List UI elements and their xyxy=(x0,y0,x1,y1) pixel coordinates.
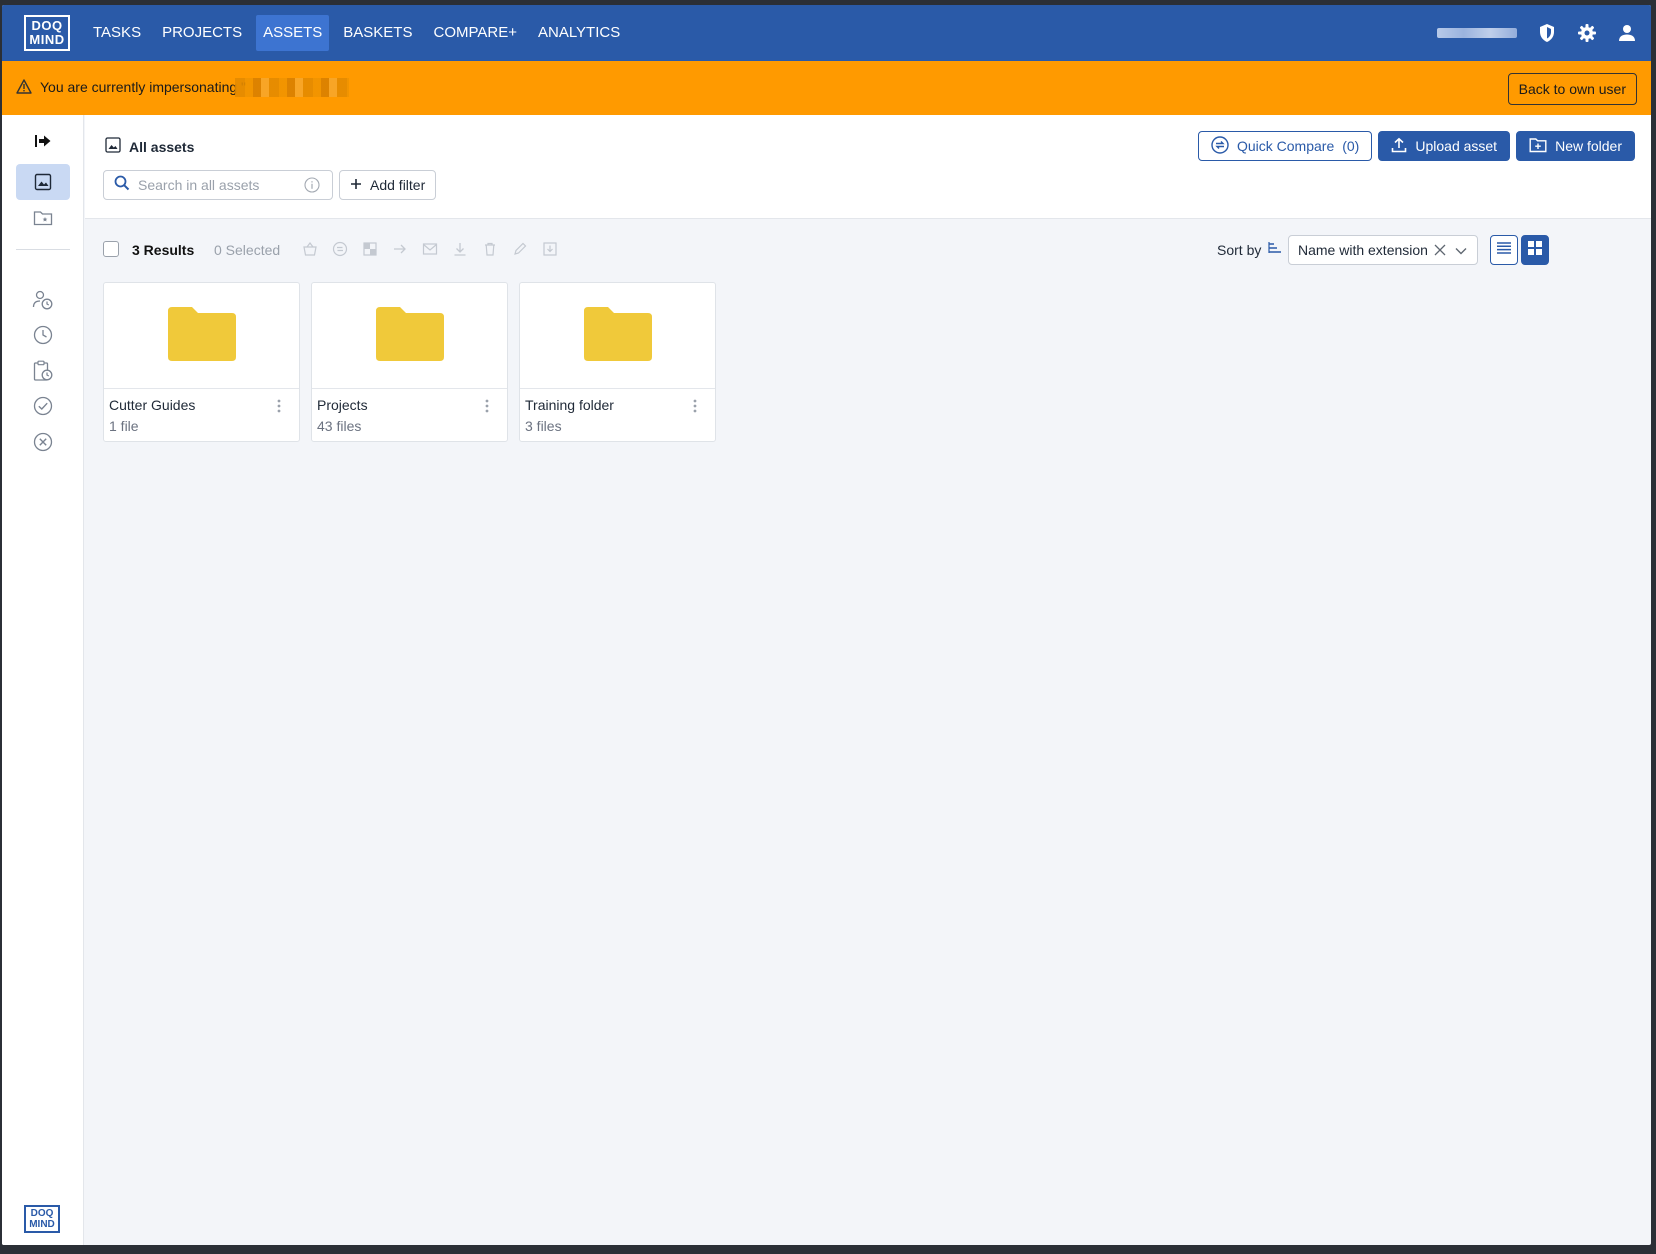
warning-icon xyxy=(16,79,32,99)
user-icon[interactable] xyxy=(1617,23,1637,43)
quick-compare-button[interactable]: Quick Compare (0) xyxy=(1197,131,1373,161)
list-view-button[interactable] xyxy=(1490,235,1518,265)
clipboard-clock-icon[interactable] xyxy=(16,353,70,389)
nav-projects[interactable]: PROJECTS xyxy=(155,15,249,51)
results-toolbar: 3 Results 0 Selected Sort by Name with e… xyxy=(85,219,1651,271)
user-history-icon[interactable] xyxy=(16,282,70,318)
folder-card[interactable]: Projects 43 files xyxy=(311,282,508,442)
nav-analytics[interactable]: ANALYTICS xyxy=(531,15,627,51)
page-title-text: All assets xyxy=(129,138,195,155)
folder-card[interactable]: Training folder 3 files xyxy=(519,282,716,442)
doqmind-logo[interactable]: DOQ MIND xyxy=(24,15,70,51)
sidebar-logo: DOQ MIND xyxy=(24,1205,60,1233)
results-count: 3 Results xyxy=(132,242,195,258)
info-icon[interactable] xyxy=(304,177,320,198)
trash-icon[interactable] xyxy=(481,240,499,258)
left-sidebar: DOQ MIND xyxy=(2,115,84,1245)
basket-icon[interactable] xyxy=(301,240,319,258)
mail-icon[interactable] xyxy=(421,240,439,258)
download-icon[interactable] xyxy=(451,240,469,258)
folder-name: Cutter Guides xyxy=(109,397,196,413)
move-arrow-icon[interactable] xyxy=(391,240,409,258)
nav-right-tools xyxy=(1437,5,1637,61)
sidebar-divider xyxy=(16,249,70,250)
search-box xyxy=(103,170,333,200)
sort-order-icon[interactable] xyxy=(1268,241,1282,260)
grid-view-button[interactable] xyxy=(1521,235,1549,265)
quick-compare-count: (0) xyxy=(1342,138,1360,154)
folder-file-count: 3 files xyxy=(525,418,562,434)
new-folder-label: New folder xyxy=(1555,138,1622,154)
plus-icon xyxy=(350,177,362,193)
page-title: All assets xyxy=(105,137,194,156)
app-window: DOQ MIND TASKS PROJECTS ASSETS BASKETS CO… xyxy=(2,5,1651,1245)
add-filter-label: Add filter xyxy=(370,177,426,193)
folder-icon xyxy=(375,305,444,366)
nav-baskets[interactable]: BASKETS xyxy=(336,15,419,51)
more-vertical-icon[interactable] xyxy=(273,398,285,414)
search-icon xyxy=(114,175,130,196)
upload-asset-button[interactable]: Upload asset xyxy=(1378,131,1511,161)
select-all-checkbox[interactable] xyxy=(103,241,119,257)
edit-pencil-icon[interactable] xyxy=(511,240,529,258)
sort-select[interactable]: Name with extension xyxy=(1288,235,1478,265)
clock-icon[interactable] xyxy=(16,317,70,353)
shield-icon[interactable] xyxy=(1537,23,1557,43)
impersonation-banner: You are currently impersonating " Back t… xyxy=(2,61,1651,115)
folder-icon xyxy=(167,305,236,366)
all-assets-icon[interactable] xyxy=(16,164,70,200)
folder-thumbnail xyxy=(312,283,507,389)
expand-sidebar-icon[interactable] xyxy=(16,123,70,159)
folder-icon xyxy=(583,305,652,366)
header-actions: Quick Compare (0) Upload asset New folde… xyxy=(1197,131,1635,161)
top-navbar: DOQ MIND TASKS PROJECTS ASSETS BASKETS CO… xyxy=(2,5,1651,61)
clear-sort-icon[interactable] xyxy=(1433,243,1447,260)
more-vertical-icon[interactable] xyxy=(481,398,493,414)
folder-grid: Cutter Guides 1 file Projects 43 files T… xyxy=(103,282,716,442)
impersonated-user-redacted xyxy=(235,78,349,97)
sort-select-value: Name with extension xyxy=(1298,242,1428,258)
back-to-own-user-button[interactable]: Back to own user xyxy=(1507,73,1637,105)
folder-file-count: 1 file xyxy=(109,418,139,434)
export-icon[interactable] xyxy=(541,240,559,258)
folder-thumbnail xyxy=(104,283,299,389)
nav-compare-plus[interactable]: COMPARE+ xyxy=(426,15,524,51)
folder-name: Projects xyxy=(317,397,368,413)
nav-tasks[interactable]: TASKS xyxy=(86,15,148,51)
image-icon xyxy=(105,137,121,156)
check-circle-icon[interactable] xyxy=(16,388,70,424)
favorite-folders-icon[interactable] xyxy=(16,200,70,236)
new-folder-button[interactable]: New folder xyxy=(1516,131,1635,161)
folder-thumbnail xyxy=(520,283,715,389)
cancel-circle-icon[interactable] xyxy=(16,424,70,460)
bulk-actions xyxy=(301,240,559,258)
upload-icon xyxy=(1391,137,1407,156)
grid-view-icon xyxy=(1528,240,1542,260)
folder-file-count: 43 files xyxy=(317,418,362,434)
more-vertical-icon[interactable] xyxy=(689,398,701,414)
folder-name: Training folder xyxy=(525,397,614,413)
chevron-down-icon[interactable] xyxy=(1454,244,1468,260)
gear-icon[interactable] xyxy=(1577,23,1597,43)
impersonation-text: You are currently impersonating " xyxy=(40,79,247,95)
quick-compare-label: Quick Compare xyxy=(1236,138,1335,154)
new-folder-icon xyxy=(1529,137,1547,156)
add-filter-button[interactable]: Add filter xyxy=(339,170,437,200)
main-nav: TASKS PROJECTS ASSETS BASKETS COMPARE+ A… xyxy=(86,15,634,51)
list-view-icon xyxy=(1497,241,1511,259)
overlay-icon[interactable] xyxy=(361,240,379,258)
folder-card[interactable]: Cutter Guides 1 file xyxy=(103,282,300,442)
search-input[interactable] xyxy=(138,177,298,193)
assets-header: All assets Add filter Quick Compare xyxy=(85,115,1651,219)
compare-icon xyxy=(1211,135,1229,157)
sort-by-label: Sort by xyxy=(1217,242,1262,258)
compare-icon[interactable] xyxy=(331,240,349,258)
selected-count: 0 Selected xyxy=(214,242,281,258)
username-redacted xyxy=(1437,28,1517,38)
nav-assets[interactable]: ASSETS xyxy=(256,15,330,51)
upload-asset-label: Upload asset xyxy=(1415,138,1498,154)
